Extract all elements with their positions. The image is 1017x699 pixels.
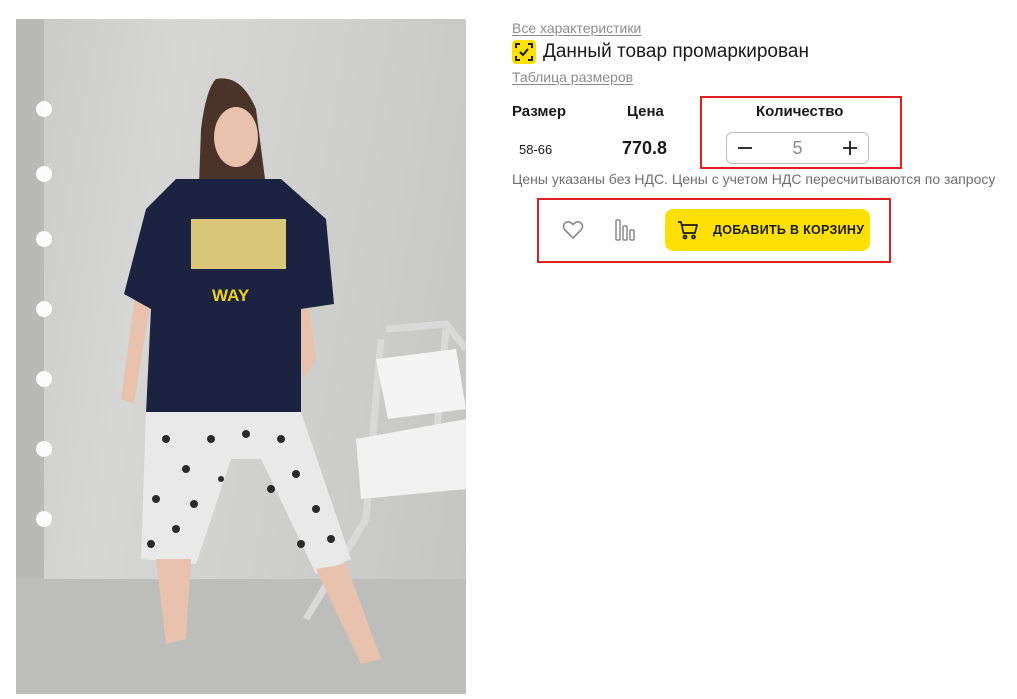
price-value: 770.8 <box>622 138 668 158</box>
compare-button[interactable] <box>612 217 638 243</box>
shirt-print-text: WAY <box>212 286 250 305</box>
product-photo-illustration: WAY <box>16 19 466 694</box>
marking-label: Данный товар промаркирован <box>543 41 809 62</box>
compare-bars-icon <box>615 219 635 241</box>
size-header: Размер <box>512 103 567 120</box>
size-value: 58-66 <box>519 142 553 157</box>
marking-notice: Данный товар промаркирован <box>512 40 809 64</box>
add-to-cart-button[interactable]: ДОБАВИТЬ В КОРЗИНУ <box>665 209 870 251</box>
price-header: Цена <box>627 103 664 120</box>
add-to-cart-label: ДОБАВИТЬ В КОРЗИНУ <box>713 223 865 237</box>
product-page: WAY Все характеристики Данный товар пром… <box>0 0 1017 699</box>
vat-note: Цены указаны без НДС. Цены с учетом НДС … <box>512 171 996 187</box>
product-image[interactable]: WAY <box>16 19 466 694</box>
size-table-link[interactable]: Таблица размеров <box>512 69 633 85</box>
data-matrix-icon <box>512 40 536 64</box>
add-to-favorites-button[interactable] <box>560 217 586 243</box>
quantity-highlight-box <box>700 96 902 169</box>
all-specs-link[interactable]: Все характеристики <box>512 20 641 36</box>
cart-icon <box>678 221 698 240</box>
heart-icon <box>562 221 584 239</box>
